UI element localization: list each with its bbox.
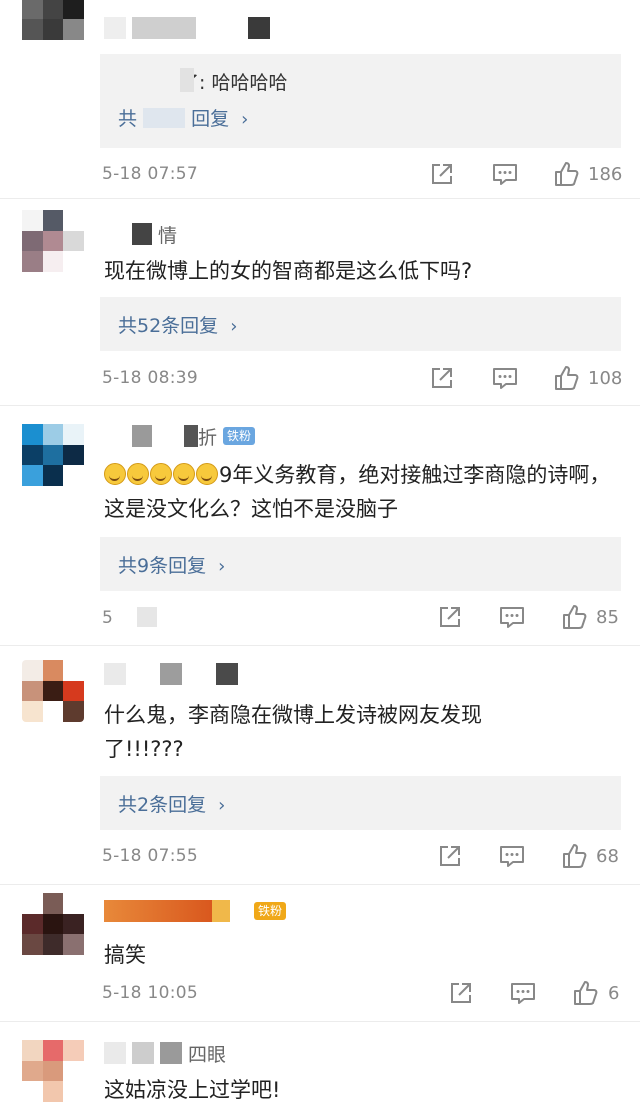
comment-text: 什么鬼，李商隐在微博上发诗被网友发现了!!!??? xyxy=(104,703,482,761)
username[interactable] xyxy=(104,14,270,42)
username[interactable]: 情 xyxy=(104,220,177,248)
share-icon[interactable] xyxy=(447,979,477,1009)
comment-meta: 5 85 xyxy=(102,603,622,635)
comment-time: 5-18 07:57 xyxy=(102,164,198,184)
grinning-sweat-emoji xyxy=(104,463,219,487)
like-count: 108 xyxy=(588,368,623,389)
share-icon[interactable] xyxy=(436,842,466,872)
like-count: 68 xyxy=(596,846,619,867)
avatar[interactable] xyxy=(22,1040,84,1102)
username[interactable]: 折 铁粉 xyxy=(104,422,256,450)
like-icon[interactable] xyxy=(552,160,582,190)
comment-text: 现在微博上的女的智商都是这么低下吗? xyxy=(104,259,473,283)
chevron-right-icon: › xyxy=(241,109,249,130)
like-icon[interactable] xyxy=(560,842,590,872)
comment-time: 5 xyxy=(102,607,157,628)
reply-count-link[interactable]: 共2条回复 › xyxy=(118,790,225,817)
comment-text: 搞笑 xyxy=(104,943,146,967)
comment-text: 这姑凉没上过学吧! xyxy=(104,1078,281,1102)
chevron-right-icon: › xyxy=(230,316,238,337)
reply-preview[interactable]: 了: 哈哈哈哈 共 回复 › xyxy=(100,54,621,148)
reply-preview[interactable]: 共9条回复 › xyxy=(100,537,621,591)
chevron-right-icon: › xyxy=(218,795,226,816)
reply-quote: 了: 哈哈哈哈 xyxy=(180,72,288,94)
comment-text: 9年义务教育，绝对接触过李商隐的诗啊，这是没文化么？这怕不是没脑子 xyxy=(104,463,611,521)
comment-time: 5-18 08:39 xyxy=(102,368,198,388)
share-icon[interactable] xyxy=(428,160,458,190)
username[interactable]: 四眼 xyxy=(104,1039,226,1067)
username[interactable]: 铁粉 xyxy=(104,897,287,925)
comment-time: 5-18 10:05 xyxy=(102,983,198,1003)
fan-badge: 铁粉 xyxy=(223,427,256,445)
like-icon[interactable] xyxy=(552,364,582,394)
like-count: 186 xyxy=(588,164,623,185)
divider xyxy=(0,645,640,646)
like-icon[interactable] xyxy=(560,603,590,633)
divider xyxy=(0,198,640,199)
reply-preview[interactable]: 共52条回复 › xyxy=(100,297,621,351)
comment-icon[interactable] xyxy=(509,979,539,1009)
avatar[interactable] xyxy=(22,0,84,40)
reply-count-link[interactable]: 共 回复 › xyxy=(118,104,248,131)
comment-meta: 5-18 08:39 108 xyxy=(102,364,622,396)
comment-time: 5-18 07:55 xyxy=(102,846,198,866)
comment-icon[interactable] xyxy=(491,364,521,394)
username[interactable] xyxy=(104,660,238,688)
comment-icon[interactable] xyxy=(498,842,528,872)
fan-badge: 铁粉 xyxy=(254,902,287,920)
comment-icon[interactable] xyxy=(491,160,521,190)
divider xyxy=(0,405,640,406)
comment-meta: 5-18 07:55 68 xyxy=(102,842,622,874)
chevron-right-icon: › xyxy=(218,556,226,577)
comment-icon[interactable] xyxy=(498,603,528,633)
avatar[interactable] xyxy=(22,893,84,955)
like-count: 85 xyxy=(596,607,619,628)
like-icon[interactable] xyxy=(571,979,601,1009)
comment-meta: 5-18 10:05 6 xyxy=(102,979,622,1011)
avatar[interactable] xyxy=(22,210,84,272)
share-icon[interactable] xyxy=(428,364,458,394)
divider xyxy=(0,1021,640,1022)
reply-count-link[interactable]: 共52条回复 › xyxy=(118,311,237,338)
avatar[interactable] xyxy=(22,660,84,722)
like-count: 6 xyxy=(608,983,620,1004)
avatar[interactable] xyxy=(22,424,84,486)
reply-preview[interactable]: 共2条回复 › xyxy=(100,776,621,830)
divider xyxy=(0,884,640,885)
reply-count-link[interactable]: 共9条回复 › xyxy=(118,551,225,578)
share-icon[interactable] xyxy=(436,603,466,633)
comment-meta: 5-18 07:57 186 xyxy=(102,160,622,192)
